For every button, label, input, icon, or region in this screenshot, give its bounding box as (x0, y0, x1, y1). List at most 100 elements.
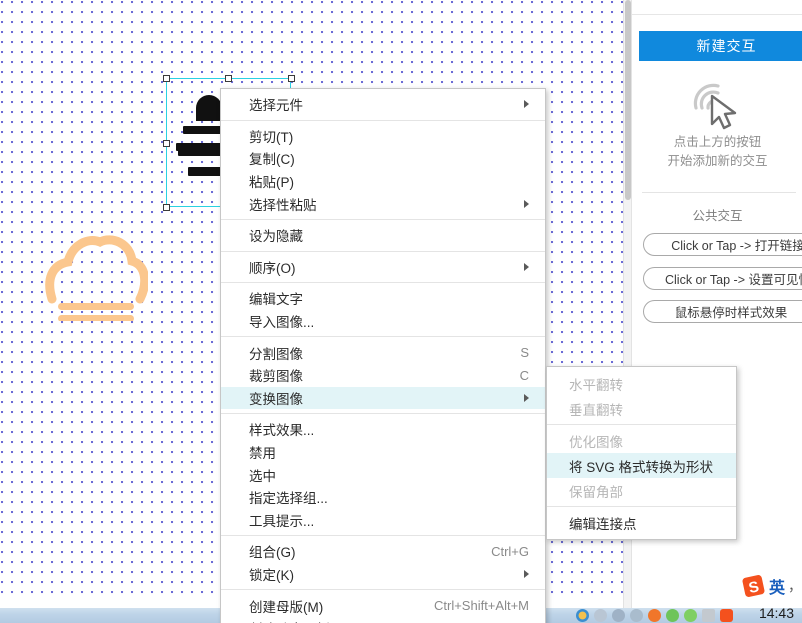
context-menu-item[interactable]: 分割图像 S (221, 341, 545, 364)
public-interaction-item-1[interactable]: Click or Tap -> 设置可见性 (643, 267, 802, 290)
context-menu-item[interactable]: 变换图像 (221, 386, 545, 410)
context-menu-item-label: 创建母版(M) (249, 599, 324, 615)
submenu-item[interactable]: 编辑连接点 (547, 510, 736, 535)
submenu-arrow-icon (524, 100, 529, 109)
context-menu-item-label: 样式效果... (249, 423, 315, 439)
submenu-arrow-icon (524, 393, 529, 402)
context-menu-separator (221, 250, 545, 252)
context-menu-item-label: 剪切(T) (249, 129, 294, 145)
context-menu-item[interactable]: 指定选择组... (221, 486, 545, 509)
tray-icon-green-app-1[interactable] (666, 609, 679, 622)
transform-image-submenu[interactable]: 水平翻转垂直翻转优化图像将 SVG 格式转换为形状保留角部编辑连接点 (546, 366, 737, 540)
submenu-item: 保留角部 (547, 478, 736, 503)
context-menu-item[interactable]: 裁剪图像 C (221, 364, 545, 387)
submenu-item-label: 优化图像 (569, 434, 623, 450)
context-menu-item[interactable]: 导入图像... (221, 310, 545, 333)
context-menu-item[interactable]: 样式效果... (221, 418, 545, 441)
ime-indicator[interactable]: S 英 ， (741, 570, 802, 602)
context-menu-separator (221, 218, 545, 220)
context-menu-item[interactable]: 选中 (221, 463, 545, 486)
context-menu-item-label: 禁用 (249, 446, 276, 462)
tray-icon-windows[interactable] (576, 609, 589, 622)
submenu-item-label: 保留角部 (569, 484, 623, 500)
context-menu-item[interactable]: 粘贴(P) (221, 170, 545, 193)
sogou-logo-icon[interactable]: S (741, 572, 766, 600)
context-menu-item[interactable]: 编辑文字 (221, 287, 545, 310)
resize-handle-middle-left[interactable] (163, 140, 170, 147)
context-menu-item-label: 选择性粘贴 (249, 197, 317, 213)
context-menu-separator (221, 119, 545, 121)
context-menu-item-shortcut: C (519, 367, 529, 383)
resize-handle-top-right[interactable] (288, 75, 295, 82)
hint-line-1: 点击上方的按钮 (673, 135, 762, 149)
context-menu-separator (221, 413, 545, 415)
context-menu-separator (221, 535, 545, 537)
context-menu-item-label: 分割图像 (249, 346, 303, 362)
tray-icon-volume[interactable] (630, 609, 643, 622)
tray-icon-orange-app[interactable] (648, 609, 661, 622)
context-menu-item-label: 设为隐藏 (249, 229, 303, 245)
submenu-item: 垂直翻转 (547, 396, 736, 421)
submenu-arrow-icon (524, 262, 529, 271)
submenu-separator (547, 506, 736, 507)
context-menu-item-label: 复制(C) (249, 152, 295, 168)
context-menu-item-label: 锁定(K) (249, 567, 294, 583)
hint-line-2: 开始添加新的交互 (667, 154, 768, 168)
tray-icon-sogou[interactable] (720, 609, 733, 622)
context-menu-separator (221, 282, 545, 284)
ime-punctuation-label[interactable]: ， (788, 576, 802, 596)
resize-handle-top-center[interactable] (225, 75, 232, 82)
context-menu-item[interactable]: 选择性粘贴 (221, 192, 545, 215)
context-menu-separator (221, 336, 545, 338)
tray-icon-network[interactable] (612, 609, 625, 622)
context-menu-item-label: 选中 (249, 468, 276, 484)
context-menu-item-label: 粘贴(P) (249, 175, 294, 191)
submenu-item-label: 水平翻转 (569, 377, 623, 393)
context-menu-item[interactable]: 顺序(O) (221, 256, 545, 279)
context-menu-item-shortcut: S (520, 345, 529, 361)
tray-icon-link[interactable] (594, 609, 607, 622)
public-interactions-title: 公共交互 (692, 209, 743, 223)
taskbar-clock[interactable]: 14:43 (759, 608, 794, 621)
context-menu-item[interactable]: 创建动态面板(D)Ctrl+Shift+Alt+D (221, 617, 545, 623)
context-menu-item[interactable]: 创建母版(M) Ctrl+Shift+Alt+M (221, 594, 545, 617)
new-interaction-button[interactable]: 新建交互 (639, 31, 802, 61)
submenu-separator (547, 424, 736, 425)
context-menu-item[interactable]: 锁定(K) (221, 563, 545, 586)
submenu-item[interactable]: 将 SVG 格式转换为形状 (547, 453, 736, 478)
context-menu-item-shortcut: Ctrl+G (491, 543, 529, 559)
system-tray[interactable] (576, 608, 738, 623)
tray-icon-gray-app[interactable] (702, 609, 715, 622)
context-menu-item-label: 组合(G) (249, 545, 296, 561)
context-menu-item[interactable]: 设为隐藏 (221, 224, 545, 247)
context-menu-item-label: 裁剪图像 (249, 369, 303, 385)
context-menu-item-label: 选择元件 (249, 98, 303, 114)
context-menu-item-label: 创建动态面板(D) (249, 618, 349, 623)
submenu-item-label: 垂直翻转 (569, 402, 623, 418)
context-menu-separator (221, 589, 545, 591)
submenu-item: 水平翻转 (547, 371, 736, 396)
public-interaction-item-2[interactable]: 鼠标悬停时样式效果 (643, 300, 802, 323)
submenu-item: 优化图像 (547, 428, 736, 453)
context-menu-item-label: 顺序(O) (249, 260, 296, 276)
context-menu-item-label: 工具提示... (249, 513, 315, 529)
context-menu-item[interactable]: 选择元件 (221, 93, 545, 116)
context-menu-item[interactable]: 复制(C) (221, 147, 545, 170)
panel-top-divider (632, 14, 802, 15)
context-menu-item[interactable]: 禁用 (221, 441, 545, 464)
tray-icon-green-app-2[interactable] (684, 609, 697, 622)
public-interaction-item-0[interactable]: Click or Tap -> 打开链接 (643, 233, 802, 256)
click-cursor-icon (693, 83, 737, 130)
submenu-arrow-icon (524, 199, 529, 208)
context-menu[interactable]: 选择元件剪切(T) 复制(C) 粘贴(P) 选择性粘贴设为隐藏顺序(O) 编辑文字导入图… (220, 88, 546, 623)
submenu-arrow-icon (524, 569, 529, 578)
resize-handle-bottom-left[interactable] (163, 204, 170, 211)
context-menu-item[interactable]: 工具提示... (221, 509, 545, 532)
ime-mode-label[interactable]: 英 (769, 574, 785, 598)
submenu-item-label: 编辑连接点 (569, 516, 637, 532)
context-menu-item-label: 导入图像... (249, 315, 315, 331)
context-menu-item[interactable]: 组合(G) Ctrl+G (221, 540, 545, 563)
resize-handle-top-left[interactable] (163, 75, 170, 82)
context-menu-item[interactable]: 剪切(T) (221, 125, 545, 148)
chef-hat-shape[interactable] (42, 233, 148, 321)
